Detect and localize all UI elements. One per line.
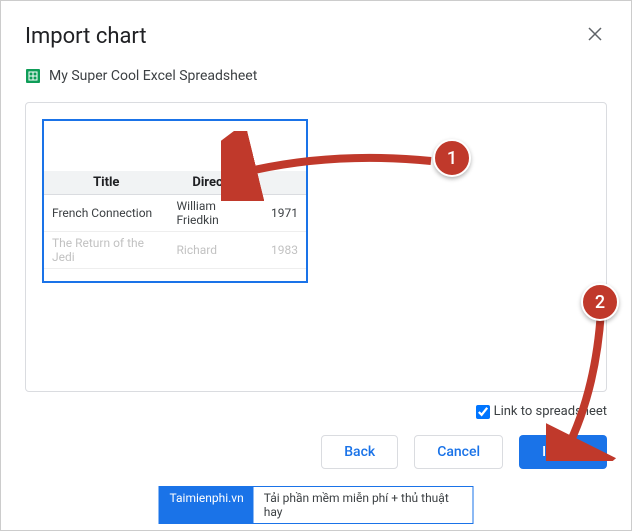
link-to-spreadsheet-row: Link to spreadsheet — [25, 404, 607, 419]
dialog-header: Import chart — [25, 21, 607, 52]
sheets-icon — [25, 68, 41, 84]
watermark-tagline: Tải phần mềm miễn phí + thủ thuật hay — [254, 487, 473, 523]
file-info-row: My Super Cool Excel Spreadsheet — [25, 68, 607, 84]
col-empty — [263, 171, 306, 195]
back-button[interactable]: Back — [321, 435, 398, 469]
table-header-row: Title Director — [44, 171, 306, 195]
table-row: French Connection William Friedkin 1971 — [44, 195, 306, 232]
dialog-buttons: Back Cancel Import — [25, 435, 607, 469]
chart-preview-selected[interactable]: Title Director French Connection William… — [42, 119, 308, 283]
annotation-badge-1: 1 — [433, 139, 471, 177]
preview-table: Title Director French Connection William… — [44, 171, 306, 269]
chart-selection-area: Title Director French Connection William… — [25, 102, 607, 392]
cell-year: 1983 — [263, 232, 306, 269]
cell-title: The Return of the Jedi — [44, 232, 169, 269]
watermark: Taimienphi.vn Tải phần mềm miễn phí + th… — [159, 486, 474, 524]
annotation-badge-2: 2 — [581, 283, 619, 321]
link-checkbox[interactable] — [476, 405, 490, 419]
link-checkbox-label: Link to spreadsheet — [494, 404, 607, 419]
table-row: The Return of the Jedi Richard 1983 — [44, 232, 306, 269]
col-title: Title — [44, 171, 169, 195]
file-name-label: My Super Cool Excel Spreadsheet — [49, 68, 257, 84]
cell-year: 1971 — [263, 195, 306, 232]
chart-preview-inner: Title Director French Connection William… — [44, 121, 306, 281]
cell-title: French Connection — [44, 195, 169, 232]
import-chart-dialog: Import chart My Super Cool Excel Spreads… — [1, 1, 631, 489]
cell-director: William Friedkin — [169, 195, 263, 232]
col-director: Director — [169, 171, 263, 195]
watermark-brand: Taimienphi.vn — [160, 487, 254, 523]
close-button[interactable] — [583, 21, 607, 52]
import-button[interactable]: Import — [519, 435, 607, 469]
close-icon — [587, 25, 603, 47]
cancel-button[interactable]: Cancel — [414, 435, 503, 469]
cell-director: Richard — [169, 232, 263, 269]
dialog-title: Import chart — [25, 24, 147, 49]
